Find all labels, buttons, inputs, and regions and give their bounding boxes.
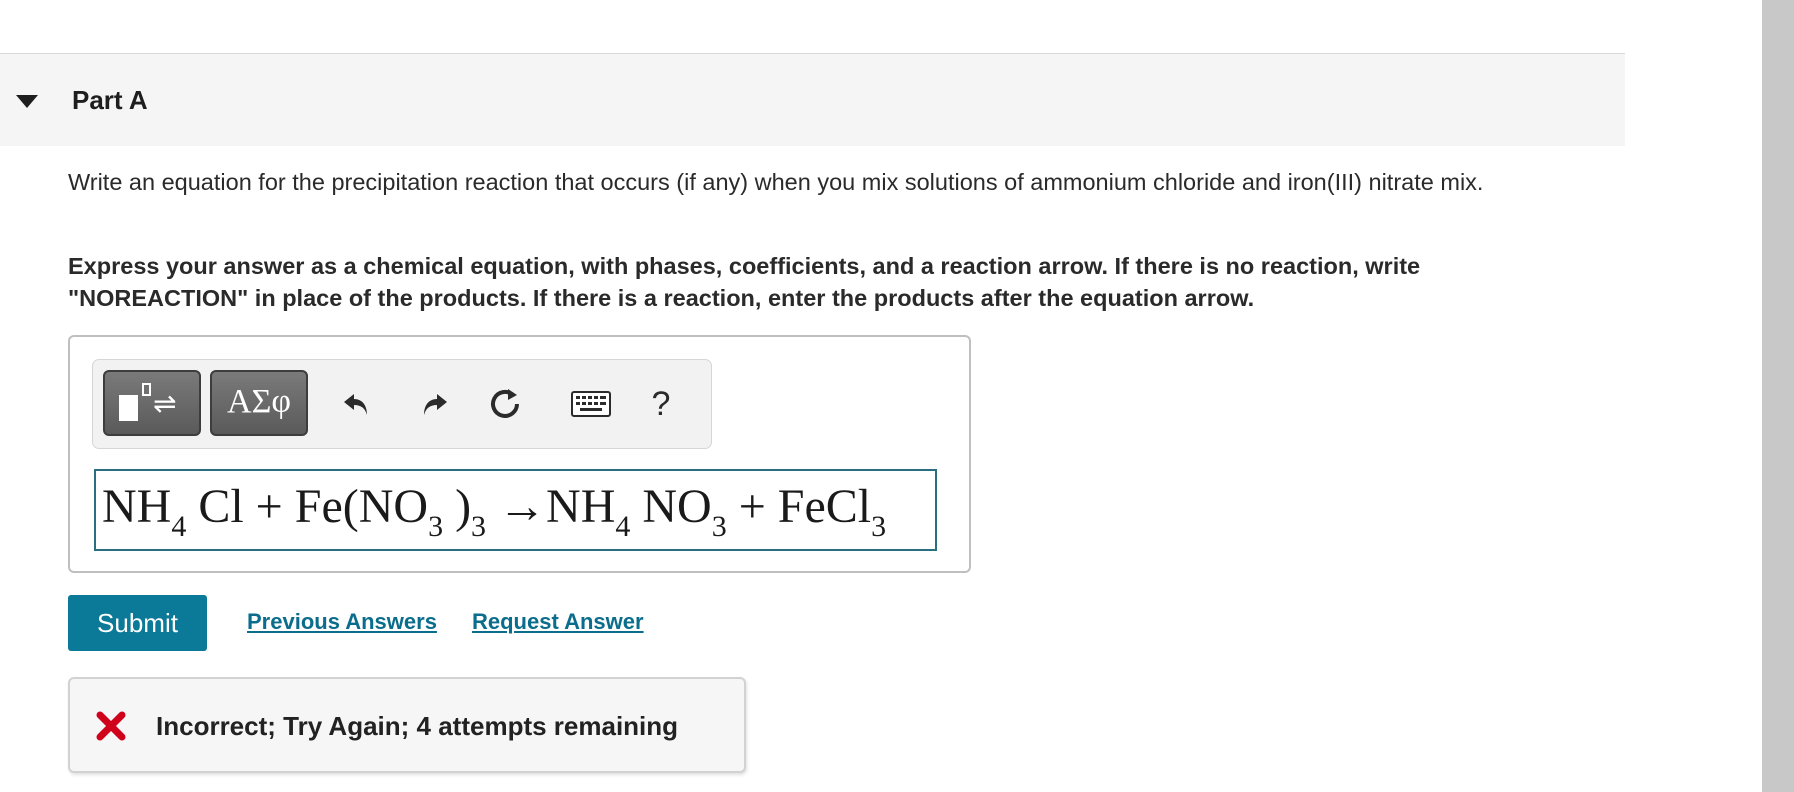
previous-answers-link[interactable]: Previous Answers xyxy=(247,609,437,635)
part-header[interactable]: Part A xyxy=(0,54,1625,146)
greek-symbols-button[interactable]: ΑΣφ xyxy=(210,370,308,436)
answer-panel: ⇌ ΑΣφ ? NH4 Cl + Fe(NO3)3 →NH4 NO3 + Fe… xyxy=(68,335,971,573)
equation-input[interactable]: NH4 Cl + Fe(NO3 )3 →NH4 NO3 + FeCl3 xyxy=(94,469,937,551)
feedback-message: Incorrect; Try Again; 4 attempts remaini… xyxy=(68,677,746,773)
keyboard-icon[interactable] xyxy=(567,380,615,428)
collapse-caret-icon[interactable] xyxy=(16,95,38,108)
reset-icon[interactable] xyxy=(481,380,529,428)
redo-icon[interactable] xyxy=(410,380,458,428)
scrollbar[interactable] xyxy=(1762,0,1794,792)
part-title: Part A xyxy=(72,85,148,115)
feedback-text: Incorrect; Try Again; 4 attempts remaini… xyxy=(156,711,679,741)
undo-icon[interactable] xyxy=(333,380,381,428)
question-text: Write an equation for the precipitation … xyxy=(68,169,1484,195)
incorrect-x-icon xyxy=(96,711,126,741)
equation-toolbar: ⇌ ΑΣφ ? xyxy=(92,359,712,449)
equation-expression: NH4 Cl + Fe(NO3 )3 →NH4 NO3 + FeCl3 xyxy=(102,480,887,543)
submit-button[interactable]: Submit xyxy=(68,595,207,651)
help-icon[interactable]: ? xyxy=(637,380,685,428)
answer-instruction: Express your answer as a chemical equati… xyxy=(68,253,1421,311)
templates-button[interactable]: ⇌ xyxy=(103,370,201,436)
request-answer-link[interactable]: Request Answer xyxy=(472,609,644,635)
